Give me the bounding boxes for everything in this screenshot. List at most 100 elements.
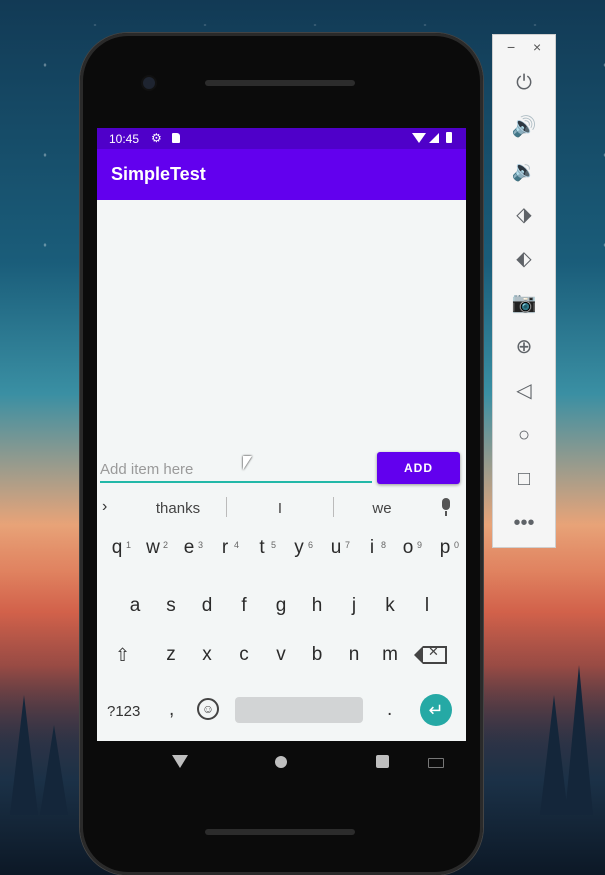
enter-icon[interactable]: ↵ bbox=[420, 694, 452, 726]
shift-icon[interactable]: ⇧ bbox=[115, 645, 130, 666]
key-u[interactable]: u7 bbox=[321, 530, 351, 566]
key-hint: 7 bbox=[345, 540, 351, 550]
wallpaper-tree bbox=[10, 695, 38, 815]
app-bar: SimpleTest bbox=[97, 149, 466, 200]
key-z[interactable]: z bbox=[156, 637, 186, 673]
minimize-icon[interactable]: − bbox=[507, 39, 515, 55]
recents-square-icon[interactable] bbox=[376, 755, 389, 768]
mouse-cursor bbox=[243, 456, 252, 470]
overview-icon[interactable]: □ bbox=[511, 466, 537, 492]
key-e[interactable]: e3 bbox=[174, 530, 204, 566]
key-v[interactable]: v bbox=[266, 637, 296, 673]
key-i[interactable]: i8 bbox=[357, 530, 387, 566]
suggestion-divider bbox=[333, 497, 334, 517]
wifi-icon bbox=[412, 133, 426, 143]
key-hint: 3 bbox=[198, 540, 204, 550]
key-w[interactable]: w2 bbox=[138, 530, 168, 566]
volume-up-icon[interactable]: 🔊 bbox=[511, 114, 537, 140]
bottom-speaker bbox=[205, 829, 355, 835]
key-label: p bbox=[439, 537, 451, 558]
input-row: ADD bbox=[97, 450, 466, 490]
suggestion-i[interactable]: I bbox=[240, 500, 320, 517]
camera-icon[interactable]: 📷 bbox=[511, 290, 537, 316]
more-icon[interactable]: ••• bbox=[511, 510, 537, 536]
home-circle-icon[interactable] bbox=[275, 756, 287, 768]
wallpaper-tree bbox=[565, 665, 593, 815]
emoji-icon[interactable]: ☺ bbox=[197, 698, 219, 720]
space-bar[interactable] bbox=[235, 697, 363, 723]
key-q[interactable]: q1 bbox=[102, 530, 132, 566]
key-b[interactable]: b bbox=[302, 637, 332, 673]
suggestion-divider bbox=[226, 497, 227, 517]
key-k[interactable]: k bbox=[375, 588, 405, 624]
key-y[interactable]: y6 bbox=[284, 530, 314, 566]
key-d[interactable]: d bbox=[192, 588, 222, 624]
add-item-input[interactable] bbox=[100, 457, 372, 483]
key-hint: 2 bbox=[163, 540, 169, 550]
emulator-toolbar: − × ⏻ 🔊 🔉 ⬗ ⬖ 📷 ⊕ ◁ ○ □ ••• bbox=[492, 34, 556, 548]
microphone-icon[interactable] bbox=[442, 498, 450, 516]
key-x[interactable]: x bbox=[192, 637, 222, 673]
period-key[interactable]: . bbox=[387, 699, 392, 721]
keyboard-row-3: ⇧ z x c v b n m ✕ bbox=[97, 637, 466, 677]
zoom-icon[interactable]: ⊕ bbox=[511, 334, 537, 360]
android-nav-bar bbox=[97, 741, 466, 783]
volume-down-icon[interactable]: 🔉 bbox=[511, 158, 537, 184]
key-p[interactable]: p0 bbox=[430, 530, 460, 566]
suggestion-we[interactable]: we bbox=[342, 500, 422, 517]
key-label: y bbox=[294, 537, 304, 558]
wallpaper-tree bbox=[540, 695, 568, 815]
soft-keyboard: › thanks I we q1 w2 e3 r4 t5 y6 u7 i8 o9… bbox=[97, 490, 466, 741]
keyboard-row-2: a s d f g h j k l bbox=[97, 588, 466, 628]
suggestion-strip: › thanks I we bbox=[97, 490, 466, 524]
key-hint: 4 bbox=[234, 540, 240, 550]
back-triangle-icon[interactable] bbox=[172, 755, 188, 768]
battery-icon bbox=[446, 132, 452, 143]
close-icon[interactable]: × bbox=[533, 39, 541, 55]
key-hint: 5 bbox=[271, 540, 277, 550]
key-f[interactable]: f bbox=[229, 588, 259, 624]
key-label: q bbox=[111, 537, 123, 558]
key-g[interactable]: g bbox=[266, 588, 296, 624]
back-icon[interactable]: ◁ bbox=[511, 378, 537, 404]
comma-key[interactable]: , bbox=[169, 699, 174, 721]
key-hint: 0 bbox=[454, 540, 460, 550]
key-label: w bbox=[146, 537, 160, 558]
status-time: 10:45 bbox=[109, 132, 140, 146]
app-title: SimpleTest bbox=[111, 164, 206, 184]
backspace-icon[interactable]: ✕ bbox=[414, 644, 447, 664]
key-n[interactable]: n bbox=[339, 637, 369, 673]
symbols-key[interactable]: ?123 bbox=[107, 703, 140, 720]
key-hint: 9 bbox=[417, 540, 423, 550]
key-m[interactable]: m bbox=[375, 637, 405, 673]
rotate-right-icon[interactable]: ⬖ bbox=[511, 246, 537, 272]
chevron-right-icon[interactable]: › bbox=[102, 498, 107, 516]
home-icon[interactable]: ○ bbox=[511, 422, 537, 448]
key-r[interactable]: r4 bbox=[210, 530, 240, 566]
key-s[interactable]: s bbox=[156, 588, 186, 624]
add-button[interactable]: ADD bbox=[377, 452, 460, 484]
settings-icon: ⚙ bbox=[151, 131, 162, 145]
key-hint: 8 bbox=[381, 540, 387, 550]
key-j[interactable]: j bbox=[339, 588, 369, 624]
key-h[interactable]: h bbox=[302, 588, 332, 624]
key-label: u bbox=[330, 537, 342, 558]
device-screen: 10:45 ⚙ SimpleTest ADD › thanks I we q1 … bbox=[97, 128, 466, 741]
rotate-left-icon[interactable]: ⬗ bbox=[511, 202, 537, 228]
keyboard-row-1: q1 w2 e3 r4 t5 y6 u7 i8 o9 p0 bbox=[97, 530, 466, 570]
key-label: e bbox=[183, 537, 195, 558]
keyboard-switch-icon[interactable] bbox=[428, 758, 444, 768]
key-c[interactable]: c bbox=[229, 637, 259, 673]
key-hint: 1 bbox=[126, 540, 132, 550]
key-t[interactable]: t5 bbox=[247, 530, 277, 566]
key-label: i bbox=[369, 537, 375, 558]
key-label: o bbox=[402, 537, 414, 558]
power-icon[interactable]: ⏻ bbox=[511, 70, 537, 96]
suggestion-thanks[interactable]: thanks bbox=[138, 500, 218, 517]
key-l[interactable]: l bbox=[412, 588, 442, 624]
wallpaper-tree bbox=[40, 725, 68, 815]
key-o[interactable]: o9 bbox=[393, 530, 423, 566]
sd-card-icon bbox=[172, 133, 180, 143]
key-hint: 6 bbox=[308, 540, 314, 550]
key-a[interactable]: a bbox=[120, 588, 150, 624]
